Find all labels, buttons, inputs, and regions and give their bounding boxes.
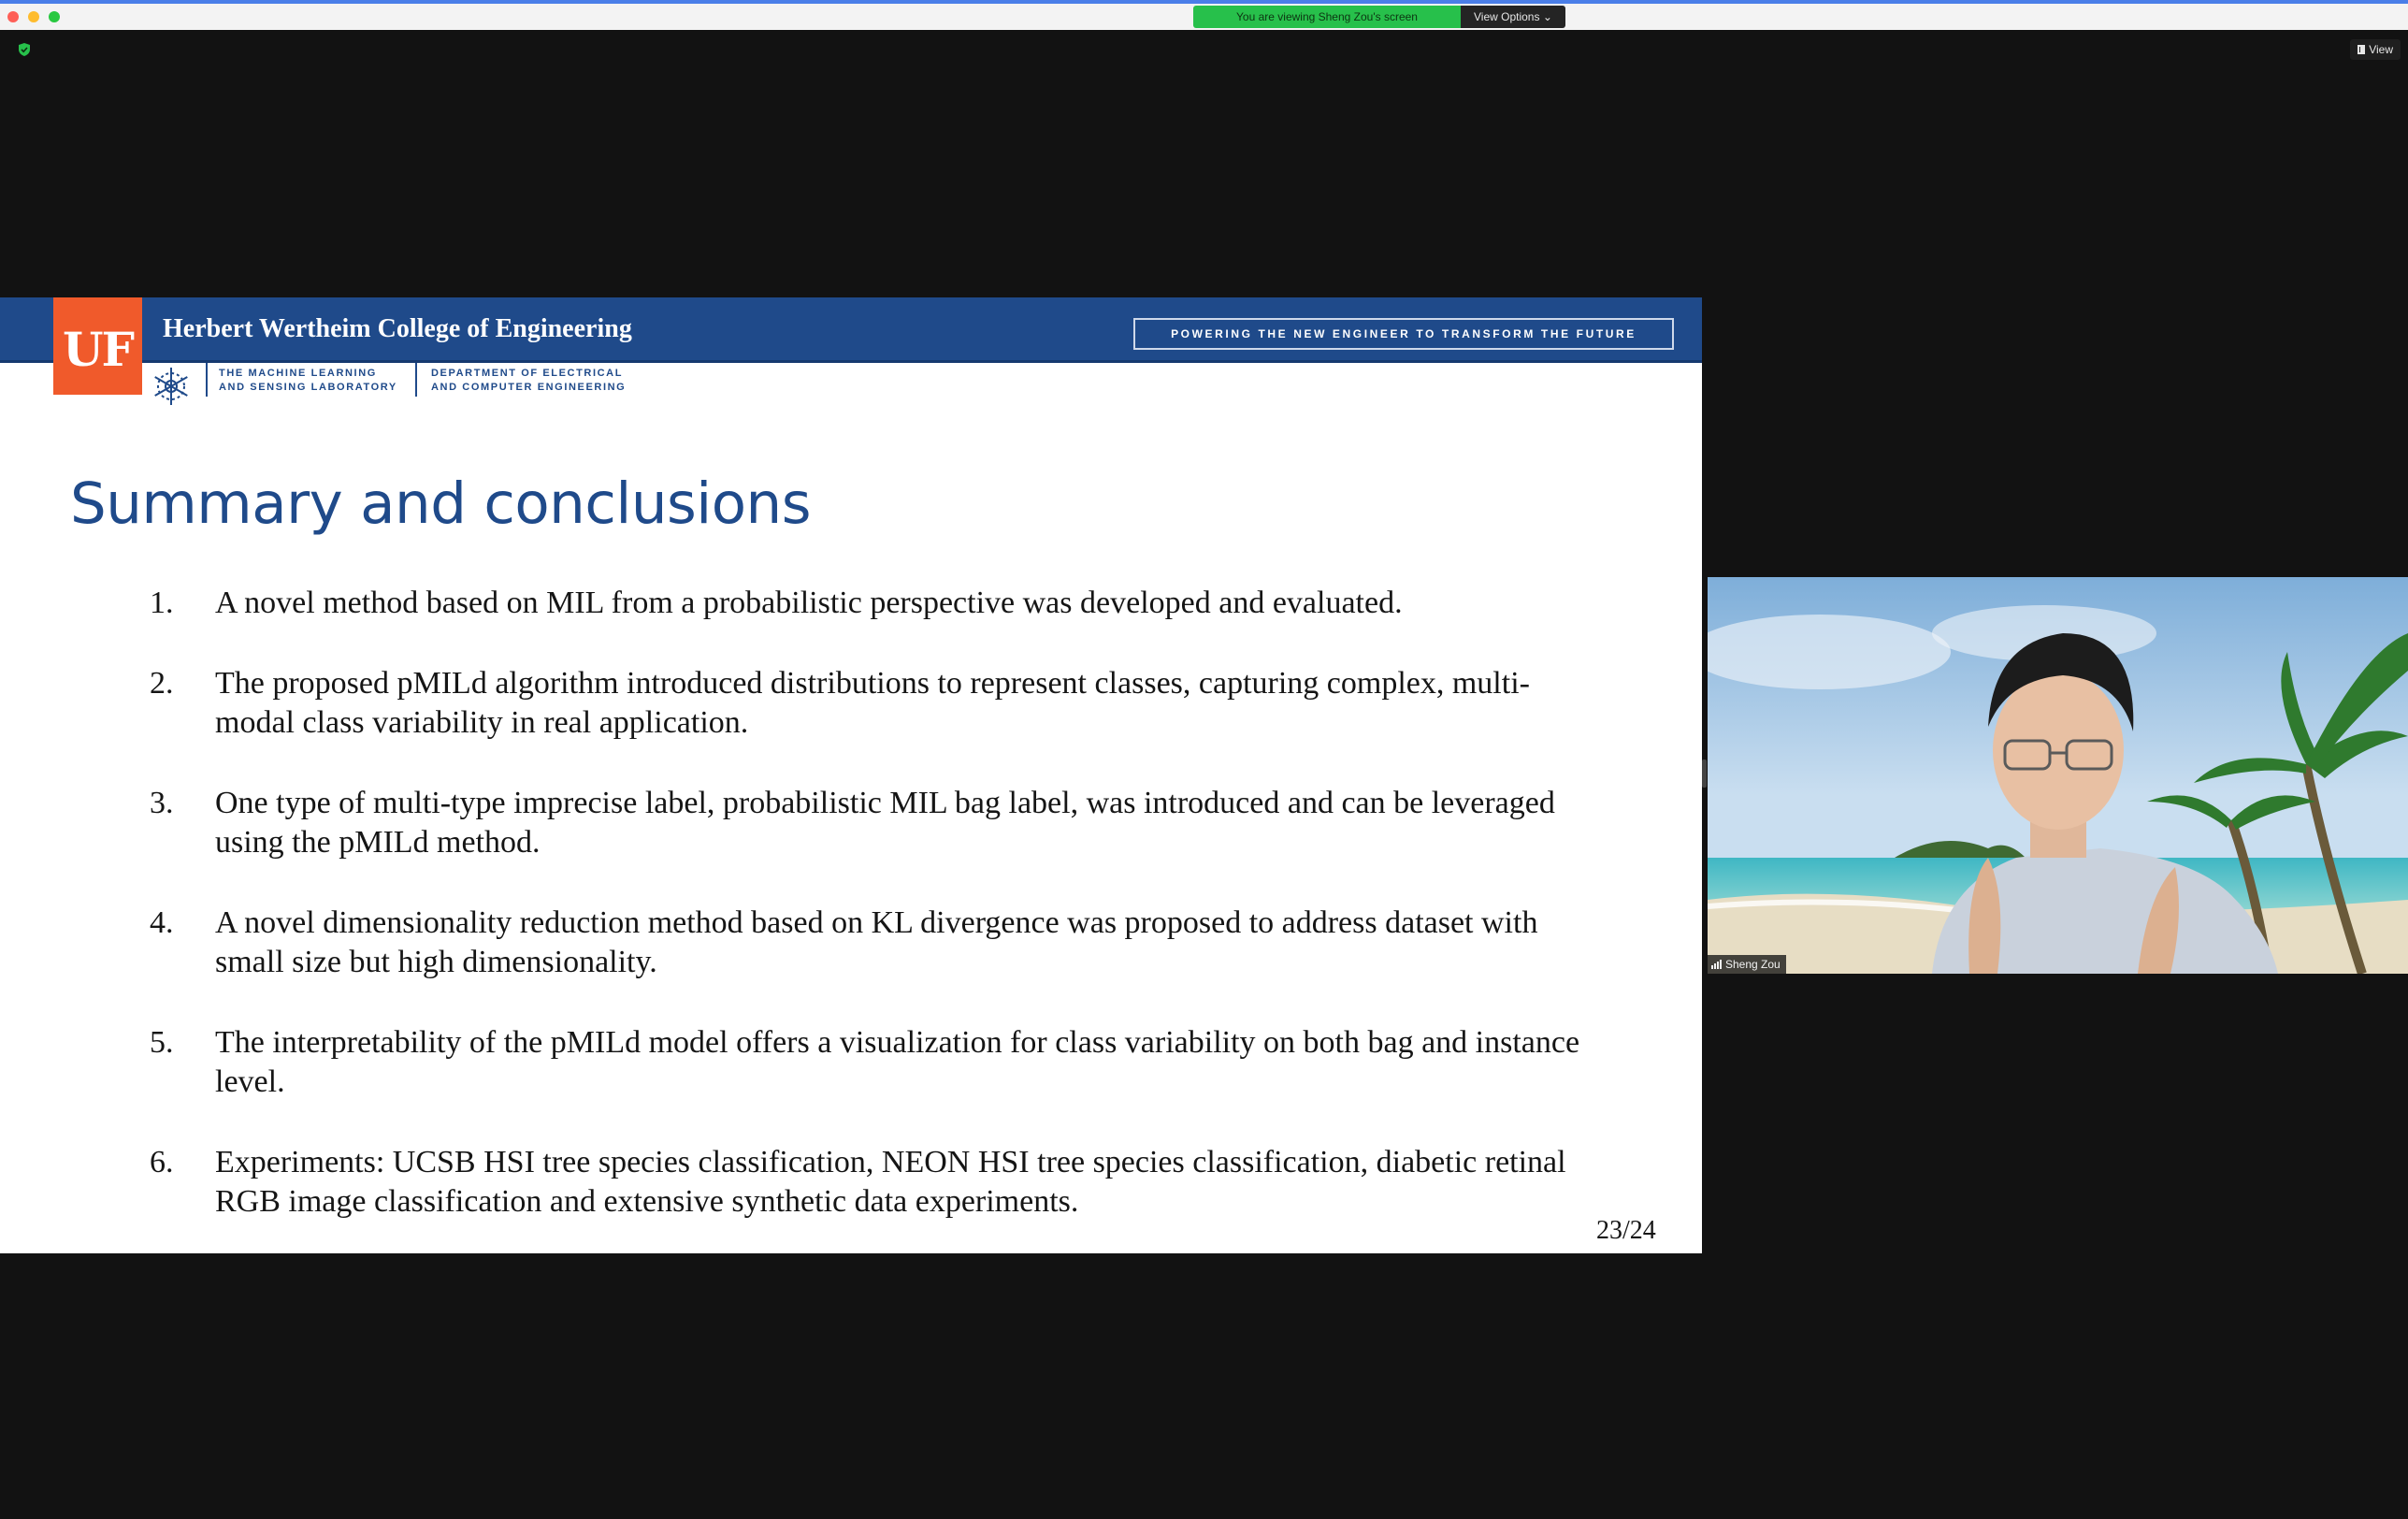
header-divider xyxy=(0,360,1702,363)
item-text: One type of multi-type imprecise label, … xyxy=(215,786,1555,860)
uf-logo: UF xyxy=(53,297,142,395)
view-button-label: View xyxy=(2369,43,2393,56)
view-options-button[interactable]: View Options ⌄ xyxy=(1461,6,1565,28)
list-item: 6. Experiments: UCSB HSI tree species cl… xyxy=(150,1143,1618,1222)
participant-video-tile[interactable]: Sheng Zou xyxy=(1708,577,2408,974)
participant-name: Sheng Zou xyxy=(1725,958,1781,971)
participant-name-tag: Sheng Zou xyxy=(1708,955,1786,974)
department-name-line1: DEPARTMENT OF ELECTRICAL xyxy=(431,368,624,379)
view-layout-icon xyxy=(2358,45,2366,54)
item-text: A novel dimensionality reduction method … xyxy=(215,905,1538,979)
participant-video xyxy=(1708,577,2408,974)
window-titlebar: You are viewing Sheng Zou's screen View … xyxy=(0,0,2408,30)
close-window-button[interactable] xyxy=(7,11,19,22)
signal-strength-icon xyxy=(1711,960,1722,969)
screen-share-banner: You are viewing Sheng Zou's screen View … xyxy=(1193,6,1565,28)
item-number: 3. xyxy=(150,786,174,820)
lab-name: THE MACHINE LEARNING AND SENSING LABORAT… xyxy=(219,367,397,395)
lab-name-line1: THE MACHINE LEARNING xyxy=(219,368,377,379)
item-number: 2. xyxy=(150,666,174,701)
college-name: Herbert Wertheim College of Engineering xyxy=(163,314,632,343)
department-name: DEPARTMENT OF ELECTRICAL AND COMPUTER EN… xyxy=(431,367,626,395)
list-item: 4. A novel dimensionality reduction meth… xyxy=(150,904,1608,982)
minimize-window-button[interactable] xyxy=(28,11,39,22)
list-item: 2. The proposed pMILd algorithm introduc… xyxy=(150,664,1580,743)
slide-title: Summary and conclusions xyxy=(70,470,811,537)
item-number: 1. xyxy=(150,586,174,620)
conclusions-list: 1. A novel method based on MIL from a pr… xyxy=(150,584,1579,1253)
item-text: Experiments: UCSB HSI tree species class… xyxy=(215,1145,1566,1219)
item-number: 6. xyxy=(150,1145,174,1179)
tagline: POWERING THE NEW ENGINEER TO TRANSFORM T… xyxy=(1133,318,1674,350)
list-item: 1. A novel method based on MIL from a pr… xyxy=(150,584,1552,623)
list-item: 5. The interpretability of the pMILd mod… xyxy=(150,1023,1599,1102)
item-text: A novel method based on MIL from a proba… xyxy=(215,586,1403,620)
item-text: The interpretability of the pMILd model … xyxy=(215,1025,1580,1099)
item-text: The proposed pMILd algorithm introduced … xyxy=(215,666,1530,740)
header-separator xyxy=(415,363,417,397)
view-button[interactable]: View xyxy=(2350,39,2401,60)
list-item: 3. One type of multi-type imprecise labe… xyxy=(150,784,1590,862)
lab-logo-icon xyxy=(154,368,188,405)
share-status-text: You are viewing Sheng Zou's screen xyxy=(1193,6,1461,28)
department-name-line2: AND COMPUTER ENGINEERING xyxy=(431,382,627,393)
header-separator xyxy=(206,363,208,397)
splitter-handle[interactable] xyxy=(1702,760,1707,788)
slide-page-number: 23/24 xyxy=(1596,1216,1656,1245)
maximize-window-button[interactable] xyxy=(49,11,60,22)
security-shield-icon[interactable] xyxy=(18,42,31,57)
shared-slide: UF Herbert Wertheim College of Engineeri… xyxy=(0,297,1702,1253)
item-number: 5. xyxy=(150,1025,174,1060)
lab-name-line2: AND SENSING LABORATORY xyxy=(219,382,397,393)
item-number: 4. xyxy=(150,905,174,940)
